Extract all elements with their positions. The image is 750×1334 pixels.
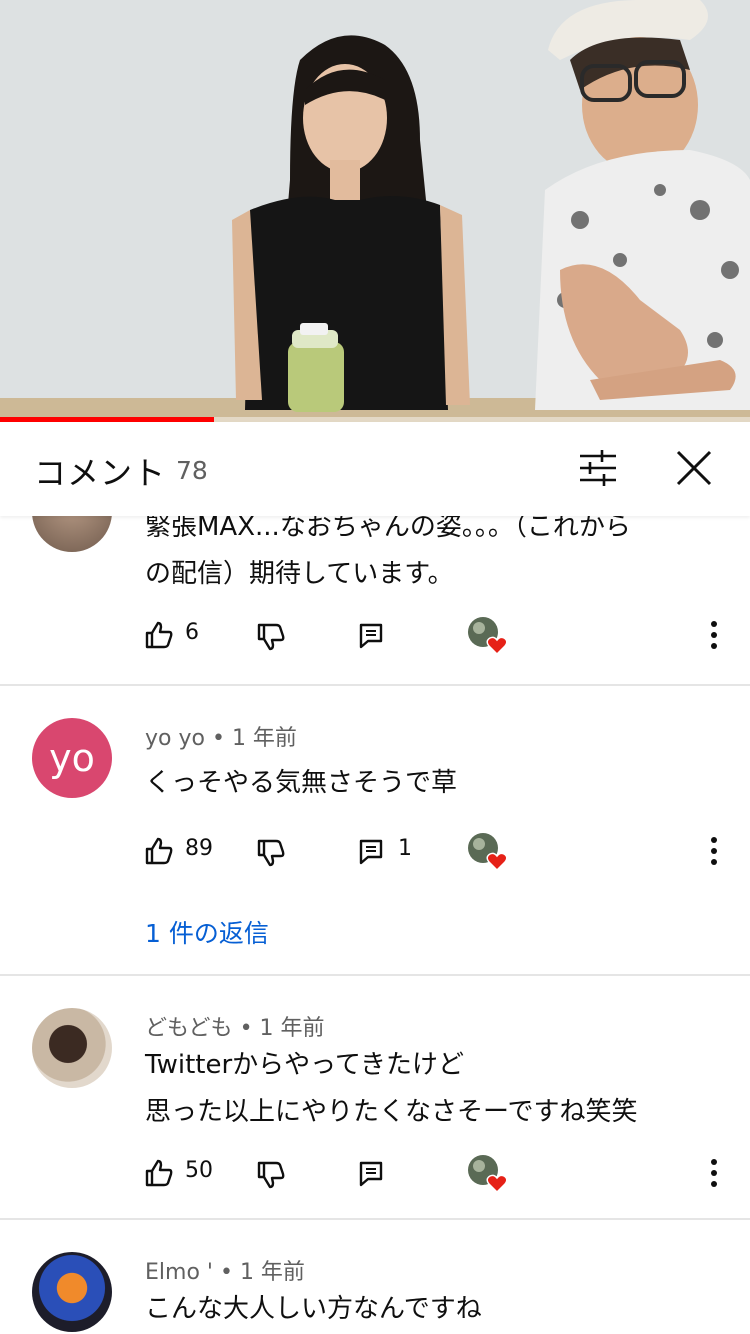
comment-text-line: Twitterからやってきたけど (145, 1050, 465, 1080)
thumbs-down-icon[interactable] (256, 838, 286, 868)
video-frame-illustration (0, 0, 750, 422)
meta-separator: • (211, 726, 225, 751)
thumbs-down-icon[interactable] (256, 622, 286, 652)
reply-icon[interactable] (358, 838, 384, 866)
comments-count: 78 (176, 456, 208, 485)
more-vertical-icon[interactable] (706, 1158, 722, 1188)
more-vertical-icon[interactable] (706, 620, 722, 650)
meta-separator: • (219, 1260, 233, 1285)
photo-avatar-icon[interactable] (32, 1008, 112, 1088)
thumbs-up-icon[interactable] (144, 836, 174, 866)
video-player[interactable] (0, 0, 750, 422)
view-replies-link[interactable]: 1 件の返信 (145, 914, 269, 950)
comments-header: コメント 78 (0, 422, 750, 516)
comment-author[interactable]: Elmo ' (145, 1260, 213, 1285)
comment-meta: Elmo ' • 1 年前 (145, 1254, 305, 1286)
creator-heart-icon (468, 1155, 508, 1194)
creator-heart-icon (468, 617, 508, 656)
creator-heart-icon (468, 833, 508, 872)
comment-item: Elmo ' • 1 年前 こんな大人しい方なんですね (0, 1220, 750, 1334)
comment-age: 1 年前 (231, 726, 297, 751)
comment-item: どもども • 1 年前 Twitterからやってきたけど 思った以上にやりたくな… (0, 976, 750, 1220)
thumbs-up-icon[interactable] (144, 1158, 174, 1188)
comment-text-line: 思った以上にやりたくなさそーですね笑笑 (145, 1097, 638, 1127)
comment-text-line: こんな大人しい方なんですね (145, 1294, 482, 1324)
thumbs-down-icon[interactable] (256, 1160, 286, 1190)
close-icon[interactable] (672, 446, 716, 490)
more-vertical-icon[interactable] (706, 836, 722, 866)
comment-text-line: の配信）期待しています。 (145, 559, 454, 589)
squid-avatar-icon[interactable] (32, 1252, 112, 1332)
comments-title: コメント (34, 454, 167, 492)
comment-item: yo yo yo • 1 年前 くっそやる気無さそうで草 89 1 1 件の返信 (0, 686, 750, 976)
comment-age: 1 年前 (259, 1016, 325, 1041)
reply-count: 1 (398, 836, 412, 861)
thumbs-up-icon[interactable] (144, 620, 174, 650)
meta-separator: • (239, 1016, 253, 1041)
avatar-letters: yo (49, 736, 95, 780)
like-count: 89 (185, 836, 213, 861)
comment-meta: yo yo • 1 年前 (145, 720, 297, 752)
comment-actions: 89 1 (0, 832, 750, 872)
like-count: 6 (185, 620, 199, 645)
like-count: 50 (185, 1158, 213, 1183)
comment-author[interactable]: yo yo (145, 726, 205, 751)
comment-actions: 50 (0, 1154, 750, 1194)
comment-text-line: くっそやる気無さそうで草 (145, 768, 458, 798)
comment-actions: 6 (0, 616, 750, 656)
comment-author[interactable]: どもども (145, 1016, 233, 1041)
comment-meta: どもども • 1 年前 (145, 1010, 325, 1042)
letter-avatar[interactable]: yo (32, 718, 112, 798)
reply-icon[interactable] (358, 622, 384, 650)
comment-age: 1 年前 (239, 1260, 305, 1285)
sliders-icon[interactable] (576, 448, 620, 488)
reply-icon[interactable] (358, 1160, 384, 1188)
comments-list[interactable]: 緊張MAX...なおちゃんの姿。。。（これから の配信）期待しています。 6 y… (0, 470, 750, 1334)
